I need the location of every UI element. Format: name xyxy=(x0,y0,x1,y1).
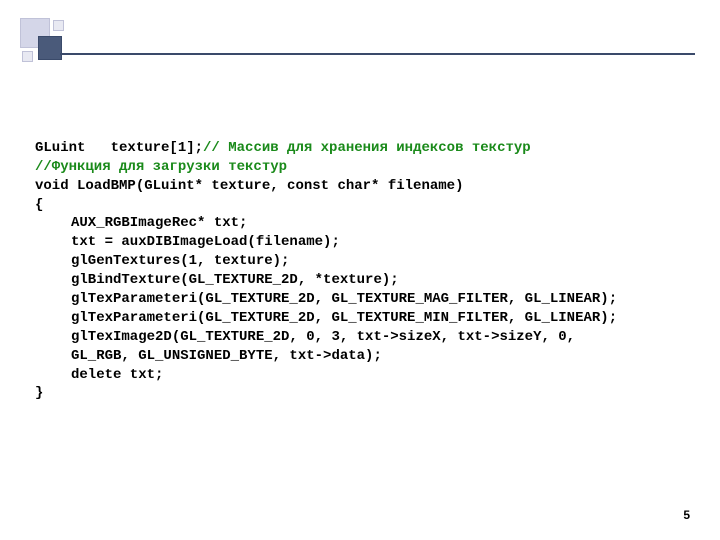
code-line: glTexImage2D(GL_TEXTURE_2D, 0, 3, txt->s… xyxy=(35,329,575,345)
code-line: txt = auxDIBImageLoad(filename); xyxy=(35,234,340,250)
code-line: GL_RGB, GL_UNSIGNED_BYTE, txt->data); xyxy=(35,348,382,364)
code-line: glTexParameteri(GL_TEXTURE_2D, GL_TEXTUR… xyxy=(35,291,617,307)
code-line: delete txt; xyxy=(35,367,163,383)
code-line: { xyxy=(35,197,43,213)
corner-decoration-icon xyxy=(20,18,70,68)
code-line: void LoadBMP(GLuint* texture, const char… xyxy=(35,178,463,194)
code-line: } xyxy=(35,385,43,401)
code-snippet: GLuint texture[1];// Массив для хранения… xyxy=(35,120,690,403)
code-line: AUX_RGBImageRec* txt; xyxy=(35,215,247,231)
page-number: 5 xyxy=(683,508,690,522)
code-line: GLuint texture[1];// Массив для хранения… xyxy=(35,140,531,156)
code-line: glGenTextures(1, texture); xyxy=(35,253,289,269)
code-line: //Функция для загрузки текстур xyxy=(35,159,287,175)
code-line: glBindTexture(GL_TEXTURE_2D, *texture); xyxy=(35,272,399,288)
code-line: glTexParameteri(GL_TEXTURE_2D, GL_TEXTUR… xyxy=(35,310,617,326)
header-divider xyxy=(60,53,695,55)
